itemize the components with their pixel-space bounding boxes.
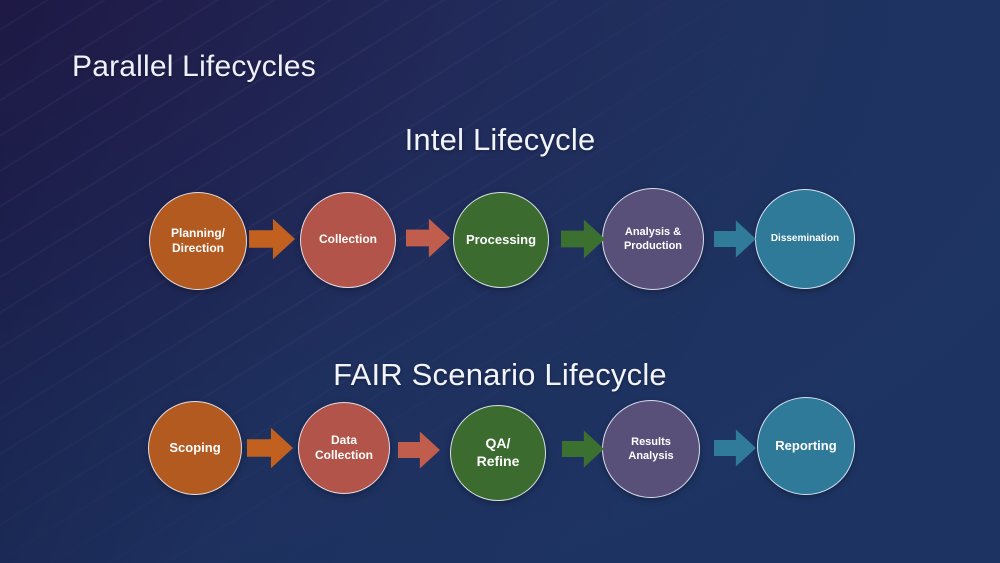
process-node-label: Planning/Direction bbox=[171, 225, 225, 255]
flow-arrow-intel-2 bbox=[406, 216, 450, 260]
section-title-intel: Intel Lifecycle bbox=[404, 122, 596, 157]
flow-arrow-intel-1 bbox=[248, 216, 296, 262]
process-node-intel-4[interactable]: Analysis & Production bbox=[602, 188, 704, 290]
process-node-label: Data Collection bbox=[314, 432, 373, 462]
process-node-label: Reporting bbox=[775, 437, 837, 453]
process-node-intel-5[interactable]: Dissemination bbox=[755, 189, 855, 289]
flow-arrow-fair-3 bbox=[561, 428, 605, 470]
process-node-label: Collection bbox=[318, 232, 377, 247]
slide-canvas: Parallel Lifecycles Intel Lifecycle FAIR… bbox=[0, 0, 1000, 563]
process-node-intel-1[interactable]: Planning/Direction bbox=[149, 192, 247, 290]
process-node-fair-5[interactable]: Reporting bbox=[757, 397, 855, 495]
process-node-fair-3[interactable]: QA/Refine bbox=[450, 405, 546, 501]
process-node-fair-1[interactable]: Scoping bbox=[148, 401, 242, 495]
process-node-label: Processing bbox=[465, 231, 537, 247]
flow-arrow-intel-3 bbox=[561, 217, 605, 261]
process-node-label: Scoping bbox=[169, 439, 221, 455]
flow-arrow-fair-4 bbox=[712, 427, 758, 469]
process-node-intel-2[interactable]: Collection bbox=[300, 192, 396, 288]
process-node-label: QA/Refine bbox=[476, 435, 520, 469]
flow-arrow-fair-1 bbox=[247, 425, 293, 471]
process-node-fair-2[interactable]: Data Collection bbox=[298, 402, 390, 494]
process-node-label: Analysis & Production bbox=[623, 225, 683, 252]
process-node-intel-3[interactable]: Processing bbox=[453, 192, 549, 288]
process-node-label: Results Analysis bbox=[628, 435, 674, 462]
process-node-fair-4[interactable]: Results Analysis bbox=[602, 400, 700, 498]
process-node-label: Dissemination bbox=[770, 232, 840, 244]
page-title: Parallel Lifecycles bbox=[72, 50, 316, 83]
flow-arrow-fair-2 bbox=[398, 428, 440, 472]
flow-arrow-intel-4 bbox=[713, 218, 757, 260]
